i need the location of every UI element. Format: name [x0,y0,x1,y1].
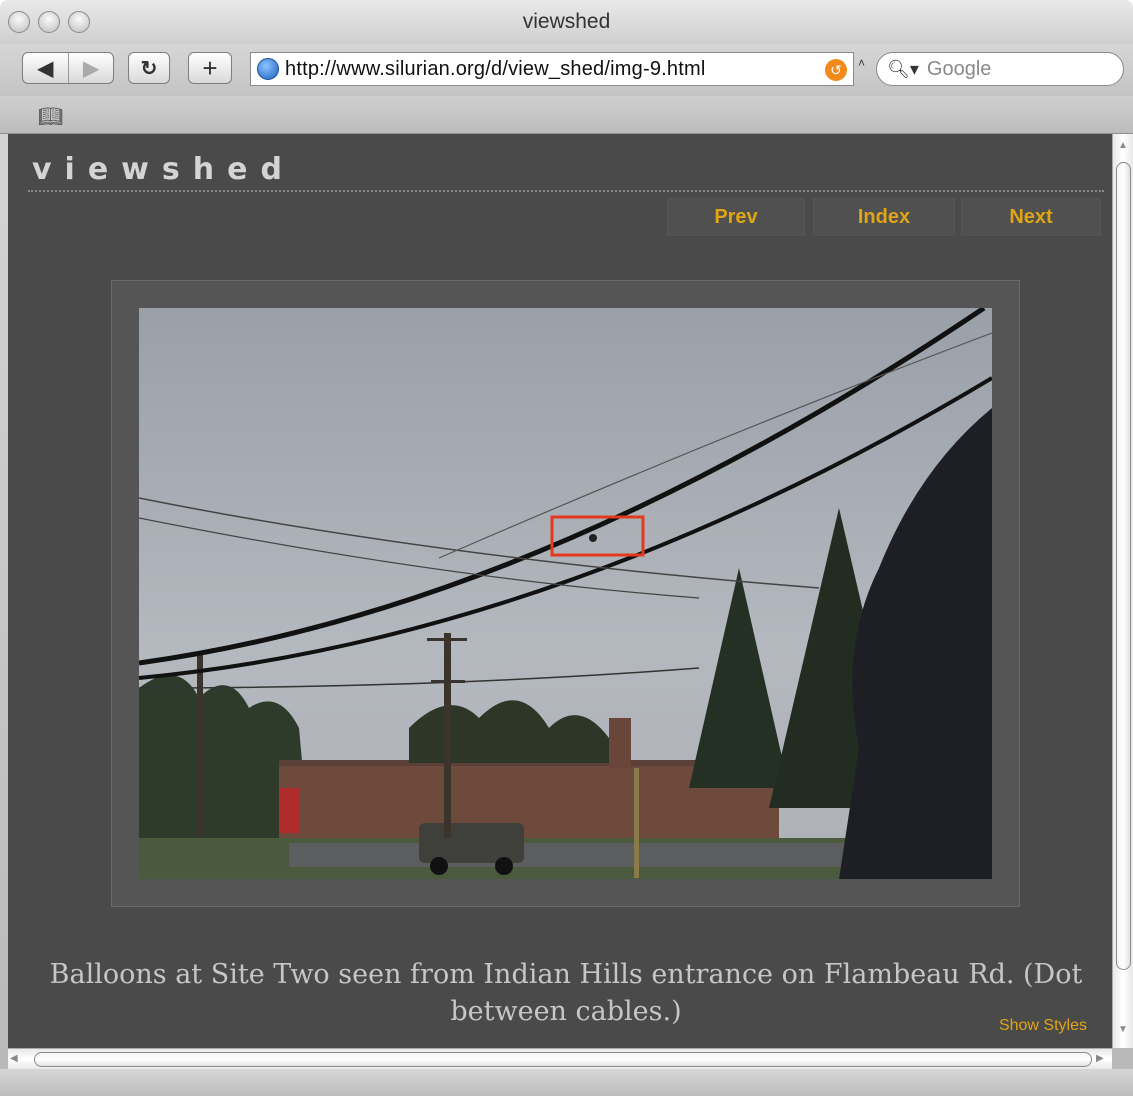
index-link[interactable]: Index [813,198,955,236]
horizontal-scrollbar[interactable]: ◀ ▶ [8,1048,1112,1069]
globe-icon [257,58,279,80]
browser-toolbar: ◀ ▶ ↻ + http://www.silurian.org/d/view_s… [0,44,1133,96]
scroll-right-icon[interactable]: ▶ [1096,1053,1104,1064]
next-link[interactable]: Next [961,198,1101,236]
bookmarks-bar [0,96,1133,134]
window-title: viewshed [522,10,611,33]
caret-icon: ˄ [858,56,866,70]
utility-pole-2 [444,633,451,838]
plus-icon: + [202,52,218,83]
url-text[interactable]: http://www.silurian.org/d/view_shed/img-… [285,58,705,81]
browser-window: viewshed ◀ ▶ ↻ + http://www.silurian.org… [0,0,1133,1096]
forward-arrow-icon[interactable]: ▶ [67,53,113,83]
horizontal-scroll-thumb[interactable] [34,1052,1092,1067]
back-arrow-icon[interactable]: ◀ [23,53,68,83]
reload-icon: ↻ [140,57,158,80]
reload-button[interactable]: ↻ [128,52,170,84]
page-content: viewshed Prev Index Next Balloons at Sit… [8,134,1112,1048]
scroll-up-icon[interactable]: ▲ [1118,140,1128,151]
header-divider [28,190,1104,192]
site-logo[interactable]: viewshed [32,152,295,187]
scroll-left-icon[interactable]: ◀ [10,1053,18,1064]
prev-link[interactable]: Prev [667,198,805,236]
utility-pole-1 [197,653,203,838]
search-icon[interactable]: 🔍︎▾ [887,59,919,80]
sign-post [634,768,639,878]
photo-caption: Balloons at Site Two seen from Indian Hi… [49,959,1083,1027]
red-sculpture [279,788,299,833]
title-bar: viewshed [0,0,1133,44]
road [289,843,849,867]
status-bar [0,1069,1133,1096]
photo-frame [111,280,1020,907]
scroll-down-icon[interactable]: ▼ [1118,1024,1128,1035]
bookmarks-book-icon[interactable]: 📖︎ [38,104,63,129]
search-field[interactable]: 🔍︎▾ Google [876,52,1124,86]
add-bookmark-button[interactable]: + [188,52,232,84]
truck [419,823,524,863]
back-forward-control: ◀ ▶ [22,52,114,84]
chimney [609,718,631,768]
vertical-scrollbar[interactable]: ▲ ▼ [1112,134,1133,1048]
search-placeholder: Google [926,57,992,80]
balloon-dot [589,534,597,542]
address-bar[interactable]: http://www.silurian.org/d/view_shed/img-… [250,52,854,86]
show-styles-link[interactable]: Show Styles [999,1017,1087,1035]
snapback-icon[interactable]: ↺ [825,59,847,81]
vertical-scroll-thumb[interactable] [1116,162,1131,970]
balloon-photo [139,308,992,879]
